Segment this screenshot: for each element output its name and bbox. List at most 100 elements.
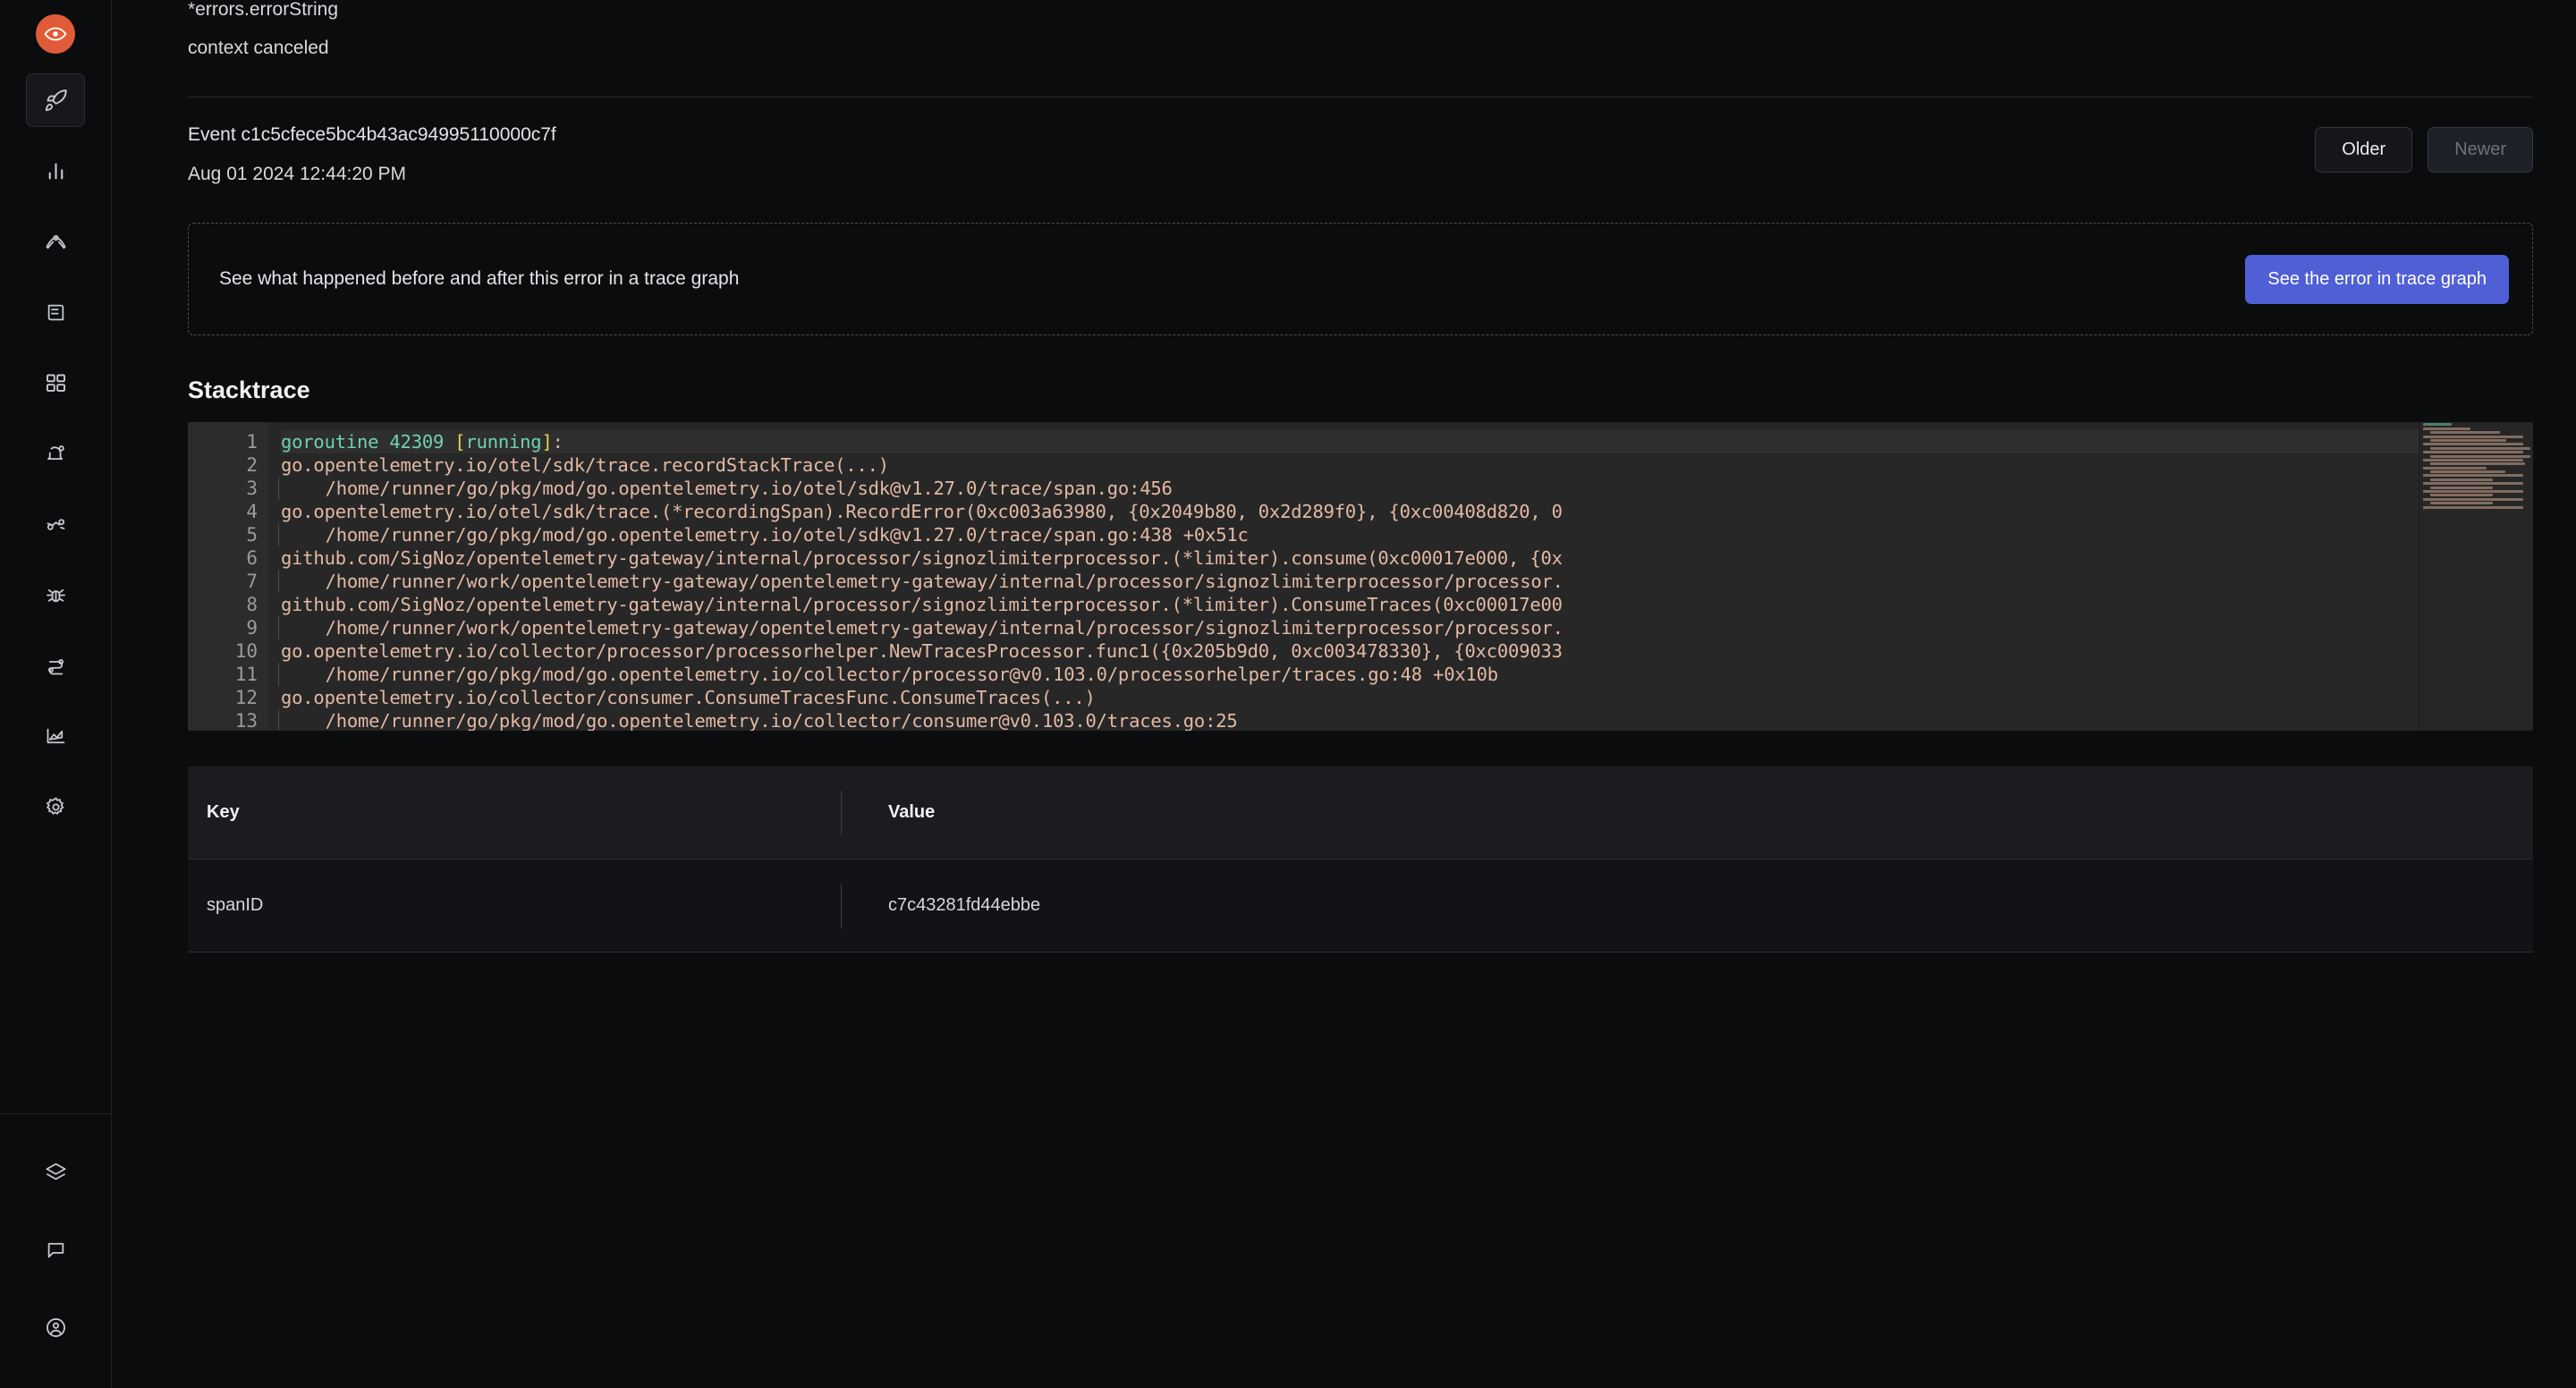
code-line: /home/runner/go/pkg/mod/go.opentelemetry… [278,663,2533,686]
code-token: [ [454,431,466,453]
code-line: /home/runner/go/pkg/mod/go.opentelemetry… [278,709,2533,731]
table-row[interactable]: spanID c7c43281fd44ebbe [188,859,2533,952]
area-chart-icon [47,728,64,743]
newer-button[interactable]: Newer [2428,127,2533,173]
message-icon [47,1242,64,1257]
cell-key: spanID [207,895,264,915]
code-line: github.com/SigNoz/opentelemetry-gateway/… [281,547,1563,569]
compass-trace-icon [45,234,66,249]
code-area[interactable]: goroutine 42309 [running]: go.opentelemet… [268,422,2533,731]
line-number: 5 [246,524,258,546]
code-line: /home/runner/work/opentelemetry-gateway/… [278,616,2533,639]
gear-icon [46,796,64,815]
sidebar [0,0,112,1388]
code-line: /home/runner/go/pkg/mod/go.opentelemetry… [278,523,2533,546]
cell-value: c7c43281fd44ebbe [888,895,1041,915]
error-header: *errors.errorString context canceled [188,0,2533,59]
event-id: Event c1c5cfece5bc4b43ac94995110000c7f [188,124,556,145]
line-number: 13 [234,710,258,731]
exceptions-icon [47,518,64,530]
line-number: 10 [234,640,258,662]
minimap-line [2423,443,2524,446]
minimap-line [2423,427,2471,430]
code-line: /home/runner/go/pkg/mod/go.opentelemetry… [278,477,2533,500]
layers-icon [45,1163,66,1180]
event-pagination: Older Newer [2315,127,2533,173]
line-number: 11 [234,664,258,685]
sidebar-item-account[interactable] [26,1300,85,1354]
sidebar-divider [0,1113,112,1114]
sidebar-item-logs[interactable] [26,285,85,339]
rocket-icon [45,89,67,111]
bar-chart-icon [48,163,63,179]
table-header-row: Key Value [188,766,2533,859]
sidebar-item-services[interactable] [26,144,85,198]
sidebar-item-traces[interactable] [26,215,85,268]
line-number: 1 [246,431,258,453]
minimap-line [2423,505,2523,509]
event-meta-row: Event c1c5cfece5bc4b43ac94995110000c7f A… [188,124,2533,185]
sidebar-item-dashboards[interactable] [26,356,85,410]
code-line: go.opentelemetry.io/otel/sdk/trace.(*rec… [281,501,1563,522]
attributes-table: Key Value spanID c7c43281fd44ebbe [188,766,2533,952]
minimap-line [2423,490,2523,494]
minimap-line [2423,451,2524,454]
minimap-line [2430,438,2506,442]
line-number: 6 [246,547,258,569]
sidebar-item-exceptions[interactable] [26,497,85,551]
line-number: 4 [246,501,258,522]
bell-alert-icon [47,444,64,460]
error-message: context canceled [188,38,329,58]
sidebar-item-billing[interactable] [26,709,85,763]
minimap-line [2430,462,2526,466]
minimap-line [2423,474,2523,478]
minimap-line [2430,494,2493,497]
minimap-line [2430,431,2500,435]
line-number-gutter: 1 2 3 4 5 6 7 8 9 10 11 12 13 [188,422,268,731]
sidebar-item-get-started[interactable] [26,73,85,127]
stacktrace-code-block[interactable]: 1 2 3 4 5 6 7 8 9 10 11 12 13 goroutine 42309 [runni… [188,422,2533,731]
line-number: 7 [246,571,258,592]
minimap-line [2430,502,2493,505]
minimap-line [2423,435,2524,438]
code-token: ] [541,431,553,453]
minimap-line [2430,470,2505,474]
event-meta: Event c1c5cfece5bc4b43ac94995110000c7f A… [188,124,556,185]
minimap-line [2423,423,2453,427]
line-number: 12 [234,687,258,708]
minimap-line [2430,446,2531,450]
minimap-line [2423,482,2523,486]
code-token: running [465,431,542,453]
minimap-line [2423,458,2524,461]
error-type: *errors.errorString [188,0,339,20]
see-error-in-trace-graph-button[interactable]: See the error in trace graph [2245,254,2509,304]
sidebar-item-messaging-queues[interactable] [26,568,85,622]
minimap-line [2430,454,2531,458]
stacktrace-title: Stacktrace [188,377,310,403]
code-line: go.opentelemetry.io/collector/consumer.C… [281,687,1096,708]
signoz-eye-logo-icon[interactable] [36,14,75,54]
sidebar-item-settings[interactable] [26,780,85,834]
bug-icon [46,588,65,602]
trace-banner-text: See what happened before and after this … [219,268,740,289]
sliders-icon [47,658,64,674]
sidebar-item-support[interactable] [26,1223,85,1276]
sidebar-item-service-map[interactable] [26,639,85,692]
trace-graph-banner: See what happened before and after this … [188,223,2533,335]
event-timestamp: Aug 01 2024 12:44:20 PM [188,164,407,184]
sidebar-item-integrations[interactable] [26,1145,85,1198]
code-line: goroutine 42309 [running]: [281,430,2533,453]
code-minimap[interactable] [2419,422,2533,731]
code-line: go.opentelemetry.io/collector/processor/… [281,640,1563,662]
user-circle-icon [46,1317,65,1337]
code-token: goroutine 42309 [281,431,455,453]
app-root: *errors.errorString context canceled Eve… [0,0,2576,1388]
line-number: 9 [246,617,258,639]
line-number: 8 [246,594,258,615]
older-button[interactable]: Older [2315,127,2413,173]
code-line: /home/runner/work/opentelemetry-gateway/… [278,570,2533,593]
code-line: go.opentelemetry.io/otel/sdk/trace.recor… [281,454,889,476]
column-header-value: Value [888,802,936,822]
sidebar-item-alerts[interactable] [26,427,85,480]
code-token: : [552,431,564,453]
